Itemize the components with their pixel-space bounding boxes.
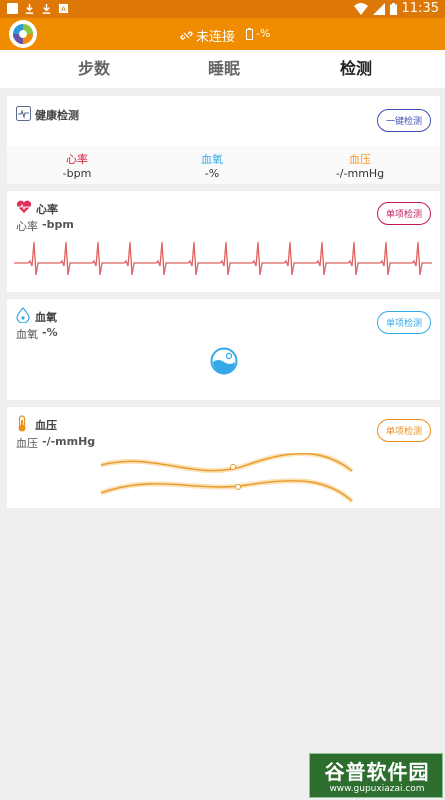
status-right-icons: 11:35 <box>353 1 439 16</box>
device-battery: -% <box>246 27 270 40</box>
pressure-wave-glow-upper <box>100 453 354 474</box>
heart-rate-title: 心率 <box>36 203 58 216</box>
pressure-marker-upper <box>230 464 236 470</box>
blood-oxygen-reading: -% <box>42 326 58 339</box>
health-monitor-icon <box>16 106 31 121</box>
one-key-check-button[interactable]: 一键检测 <box>377 109 431 132</box>
svg-text:A: A <box>61 5 66 14</box>
tab-bar: 步数 睡眠 检测 <box>0 50 445 88</box>
heart-rate-value: -bpm <box>62 167 92 180</box>
blood-pressure-sub-label: 血压 <box>16 437 38 450</box>
connection-label: 未连接 <box>196 30 236 45</box>
blood-oxygen-title: 血氧 <box>35 311 57 324</box>
battery-value: -% <box>256 27 271 40</box>
app-notification-icon: A <box>58 3 69 14</box>
watermark-url: www.gupuxiazai.com <box>329 784 425 794</box>
blood-pressure-label: 血压 <box>349 153 371 166</box>
blood-oxygen-single-check-button[interactable]: 单项检测 <box>377 311 431 334</box>
health-stats-row: 心率 血氧 血压 -bpm -% -/-mmHg <box>7 146 440 184</box>
blood-oxygen-card: 血氧 血氧 -% 单项检测 <box>7 299 440 400</box>
health-check-card: 健康检测 一键检测 心率 血氧 血压 -bpm -% -/-mmHg <box>7 96 440 184</box>
oxygen-gauge-icon <box>210 347 238 375</box>
blood-pressure-value: -/-mmHg <box>335 167 385 180</box>
health-check-title: 健康检测 <box>35 109 79 122</box>
status-bar: A 11:35 <box>0 0 445 18</box>
heart-rate-reading: -bpm <box>42 218 74 231</box>
heart-rate-card: 心率 心率 -bpm 单项检测 <box>7 191 440 292</box>
signal-icon <box>372 2 385 15</box>
download-icon <box>42 3 51 14</box>
pressure-wave-glow-lower <box>100 478 354 503</box>
blood-oxygen-value: -% <box>204 167 220 180</box>
download-icon <box>25 3 34 14</box>
ecg-wave <box>14 241 432 276</box>
battery-icon <box>389 2 397 15</box>
blood-pressure-single-check-button[interactable]: 单项检测 <box>377 419 431 442</box>
ecg-line <box>14 241 432 276</box>
heart-rate-label: 心率 <box>66 153 88 166</box>
connection-status[interactable]: 未连接 <box>180 26 235 45</box>
thermometer-icon <box>18 415 26 432</box>
blood-pressure-title: 血压 <box>35 419 57 432</box>
app-logo[interactable] <box>9 20 37 48</box>
link-broken-icon <box>180 31 193 40</box>
app-bar: 未连接 -% <box>0 18 445 50</box>
clock: 11:35 <box>401 1 439 16</box>
pressure-wave <box>100 453 354 503</box>
blood-pressure-card: 血压 血压 -/-mmHg 单项检测 <box>7 407 440 508</box>
device-battery-icon <box>246 27 253 40</box>
heart-rate-single-check-button[interactable]: 单项检测 <box>377 202 431 225</box>
heart-icon <box>16 200 32 213</box>
watermark-title: 谷普软件园 <box>324 760 430 784</box>
tab-sleep[interactable]: 睡眠 <box>208 55 240 79</box>
water-drop-icon <box>16 307 30 323</box>
wifi-icon <box>353 2 368 15</box>
pressure-marker-lower <box>235 484 241 490</box>
tab-detection[interactable]: 检测 <box>340 55 372 79</box>
tab-steps[interactable]: 步数 <box>78 55 110 79</box>
blood-oxygen-sub-label: 血氧 <box>16 328 38 341</box>
blood-pressure-reading: -/-mmHg <box>42 435 96 448</box>
blood-oxygen-label: 血氧 <box>201 153 223 166</box>
logo-icon <box>13 24 33 44</box>
watermark: 谷普软件园 www.gupuxiazai.com <box>309 753 443 798</box>
heart-rate-sub-label: 心率 <box>16 220 38 233</box>
notification-square-icon <box>7 3 18 14</box>
status-left-icons: A <box>7 3 69 14</box>
